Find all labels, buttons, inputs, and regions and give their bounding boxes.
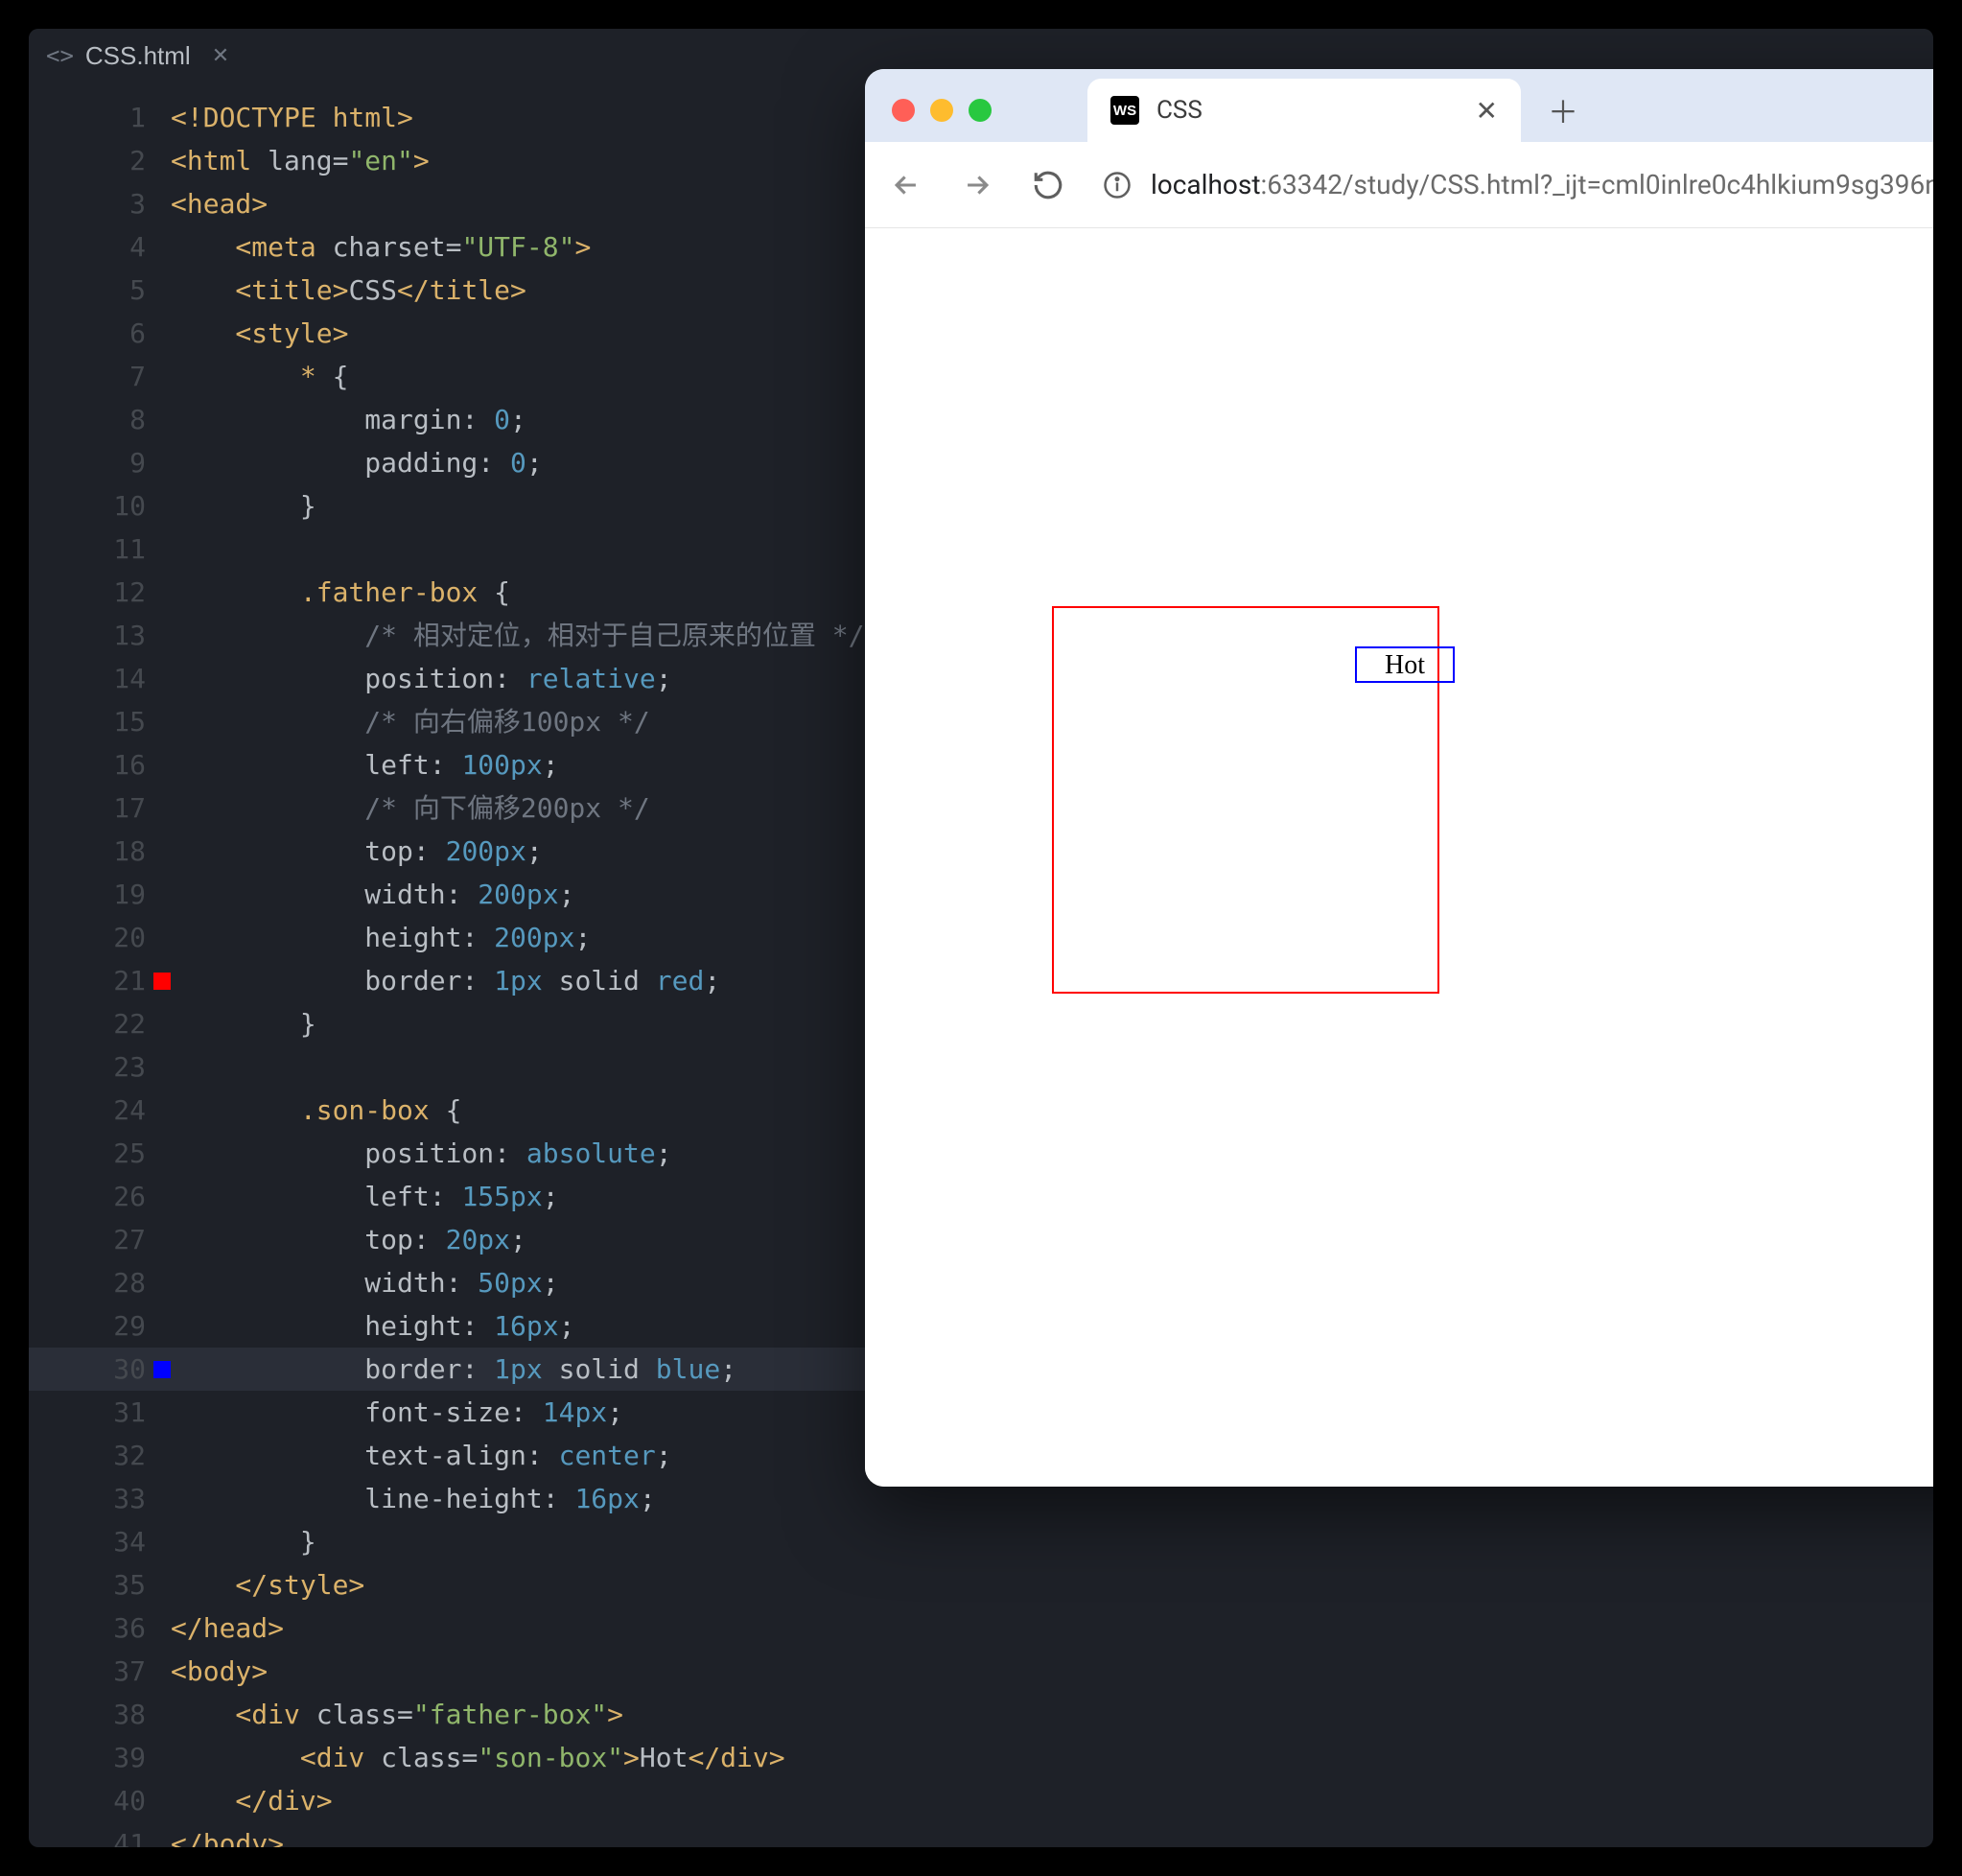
code-line[interactable]: </head> xyxy=(171,1606,1933,1650)
line-number: 20 xyxy=(29,916,171,959)
son-box: Hot xyxy=(1355,646,1455,683)
line-number: 28 xyxy=(29,1261,171,1304)
line-number: 23 xyxy=(29,1045,171,1089)
line-number: 6 xyxy=(29,312,171,355)
line-number: 32 xyxy=(29,1434,171,1477)
line-number: 15 xyxy=(29,700,171,743)
line-number: 41 xyxy=(29,1822,171,1847)
line-number: 13 xyxy=(29,614,171,657)
color-swatch-icon xyxy=(153,1361,171,1378)
close-tab-icon[interactable]: ✕ xyxy=(1476,95,1498,127)
code-line[interactable]: </style> xyxy=(171,1563,1933,1606)
line-number: 18 xyxy=(29,830,171,873)
line-number: 40 xyxy=(29,1779,171,1822)
line-number: 12 xyxy=(29,571,171,614)
line-number: 10 xyxy=(29,484,171,528)
line-number: 7 xyxy=(29,355,171,398)
line-number: 9 xyxy=(29,441,171,484)
line-number: 37 xyxy=(29,1650,171,1693)
code-line[interactable]: } xyxy=(171,1520,1933,1563)
line-number: 29 xyxy=(29,1304,171,1348)
browser-tabstrip: WS CSS ✕ ＋ xyxy=(865,69,1933,142)
browser-viewport[interactable]: Hot xyxy=(865,228,1933,1487)
code-line[interactable]: <div class="father-box"> xyxy=(171,1693,1933,1736)
line-number: 38 xyxy=(29,1693,171,1736)
line-number: 16 xyxy=(29,743,171,786)
line-number: 35 xyxy=(29,1563,171,1606)
editor-tab-filename: CSS.html xyxy=(85,41,191,71)
line-number: 19 xyxy=(29,873,171,916)
line-number: 5 xyxy=(29,269,171,312)
favicon-icon: WS xyxy=(1110,96,1139,125)
forward-icon[interactable] xyxy=(961,169,993,201)
line-number: 1 xyxy=(29,96,171,139)
line-number: 30 xyxy=(29,1348,171,1391)
browser-tab[interactable]: WS CSS ✕ xyxy=(1087,79,1521,142)
line-number: 22 xyxy=(29,1002,171,1045)
line-number: 3 xyxy=(29,182,171,225)
browser-window: WS CSS ✕ ＋ localhost:63342/study/CSS.htm… xyxy=(865,69,1933,1487)
line-number: 21 xyxy=(29,959,171,1002)
line-number: 11 xyxy=(29,528,171,571)
line-number: 36 xyxy=(29,1606,171,1650)
browser-tab-title: CSS xyxy=(1156,96,1459,125)
site-info-icon[interactable] xyxy=(1103,171,1132,199)
code-line[interactable]: </div> xyxy=(171,1779,1933,1822)
line-number: 26 xyxy=(29,1175,171,1218)
maximize-window-icon[interactable] xyxy=(969,99,992,122)
minimize-window-icon[interactable] xyxy=(930,99,953,122)
line-number: 27 xyxy=(29,1218,171,1261)
ide-window: <> CSS.html ✕ 12345678910111213141516171… xyxy=(29,29,1933,1847)
color-swatch-icon xyxy=(153,973,171,990)
line-number: 25 xyxy=(29,1132,171,1175)
reload-icon[interactable] xyxy=(1032,169,1064,201)
url-text: localhost:63342/study/CSS.html?_ijt=cml0… xyxy=(1151,169,1933,200)
editor-tab[interactable]: <> CSS.html ✕ xyxy=(46,41,229,71)
back-icon[interactable] xyxy=(890,169,923,201)
father-box: Hot xyxy=(1052,606,1439,994)
window-controls[interactable] xyxy=(892,99,992,122)
html-file-icon: <> xyxy=(46,42,74,69)
line-number: 4 xyxy=(29,225,171,269)
line-number: 8 xyxy=(29,398,171,441)
code-line[interactable]: </body> xyxy=(171,1822,1933,1847)
close-window-icon[interactable] xyxy=(892,99,915,122)
new-tab-icon[interactable]: ＋ xyxy=(1548,88,1578,132)
line-number: 33 xyxy=(29,1477,171,1520)
line-number: 2 xyxy=(29,139,171,182)
line-number: 24 xyxy=(29,1089,171,1132)
url-bar[interactable]: localhost:63342/study/CSS.html?_ijt=cml0… xyxy=(1103,156,1933,214)
line-gutter: 1234567891011121314151617181920212223242… xyxy=(29,82,171,1847)
code-line[interactable]: <div class="son-box">Hot</div> xyxy=(171,1736,1933,1779)
line-number: 17 xyxy=(29,786,171,830)
line-number: 31 xyxy=(29,1391,171,1434)
line-number: 14 xyxy=(29,657,171,700)
browser-toolbar: localhost:63342/study/CSS.html?_ijt=cml0… xyxy=(865,142,1933,228)
close-icon[interactable]: ✕ xyxy=(212,43,229,68)
line-number: 34 xyxy=(29,1520,171,1563)
code-line[interactable]: <body> xyxy=(171,1650,1933,1693)
line-number: 39 xyxy=(29,1736,171,1779)
